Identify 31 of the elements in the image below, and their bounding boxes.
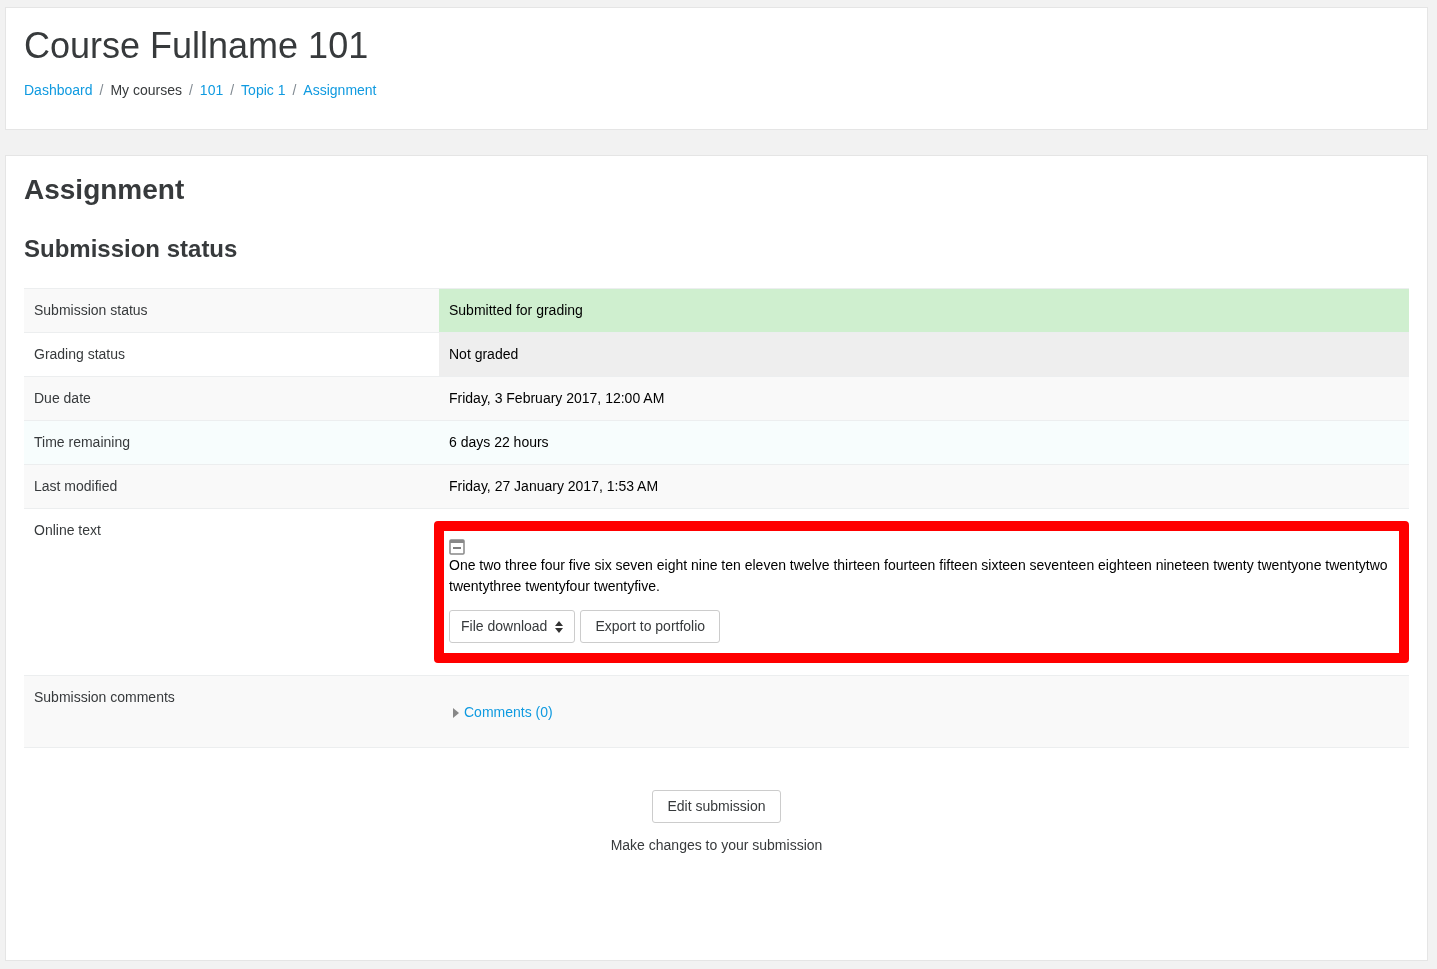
status-value: Not graded bbox=[439, 333, 1409, 376]
file-download-select[interactable]: File download bbox=[449, 610, 576, 643]
course-title: Course Fullname 101 bbox=[24, 24, 370, 68]
export-button[interactable]: Export to portfolio bbox=[580, 610, 721, 643]
online-text: One two three four five six seven eight nine ten eleven twelve thirteen fourteen fifteen sixteen seventeen eighteen nineteen twenty twentyone twentytwo twentythree twentyfour twentyfive. bbox=[449, 556, 1389, 596]
breadcrumb-link[interactable]: Assignment bbox=[303, 80, 377, 101]
row-label: Grading status bbox=[34, 346, 126, 362]
status-value: Friday, 3 February 2017, 12:00 AM bbox=[448, 389, 666, 408]
edit-submission-button[interactable]: Edit submission bbox=[652, 790, 781, 823]
row-label: Due date bbox=[34, 390, 91, 406]
breadcrumb-separator: / bbox=[99, 81, 104, 100]
row-label: Submission status bbox=[34, 302, 148, 318]
breadcrumb-link[interactable]: 101 bbox=[199, 80, 224, 101]
page-title: Assignment bbox=[24, 173, 186, 207]
section-title: Submission status bbox=[24, 234, 239, 264]
collapse-icon[interactable] bbox=[449, 539, 465, 555]
row-label: Time remaining bbox=[34, 434, 130, 450]
breadcrumb-separator: / bbox=[188, 81, 193, 100]
breadcrumb-separator: / bbox=[230, 81, 235, 100]
row-label: Last modified bbox=[34, 478, 118, 494]
comments-link[interactable]: Comments (0) bbox=[453, 702, 553, 723]
status-value: Submitted for grading bbox=[439, 289, 1409, 332]
breadcrumb-item: My courses bbox=[110, 81, 182, 100]
row-label: Submission comments bbox=[34, 689, 175, 705]
row-label: Online text bbox=[34, 522, 101, 538]
breadcrumb-separator: / bbox=[292, 81, 297, 100]
breadcrumb-link[interactable]: Dashboard bbox=[24, 80, 93, 101]
hint-text: Make changes to your submission bbox=[610, 836, 823, 855]
breadcrumb-link[interactable]: Topic 1 bbox=[241, 80, 286, 101]
sort-caret-icon bbox=[555, 620, 564, 633]
status-value: Friday, 27 January 2017, 1:53 AM bbox=[448, 477, 660, 496]
